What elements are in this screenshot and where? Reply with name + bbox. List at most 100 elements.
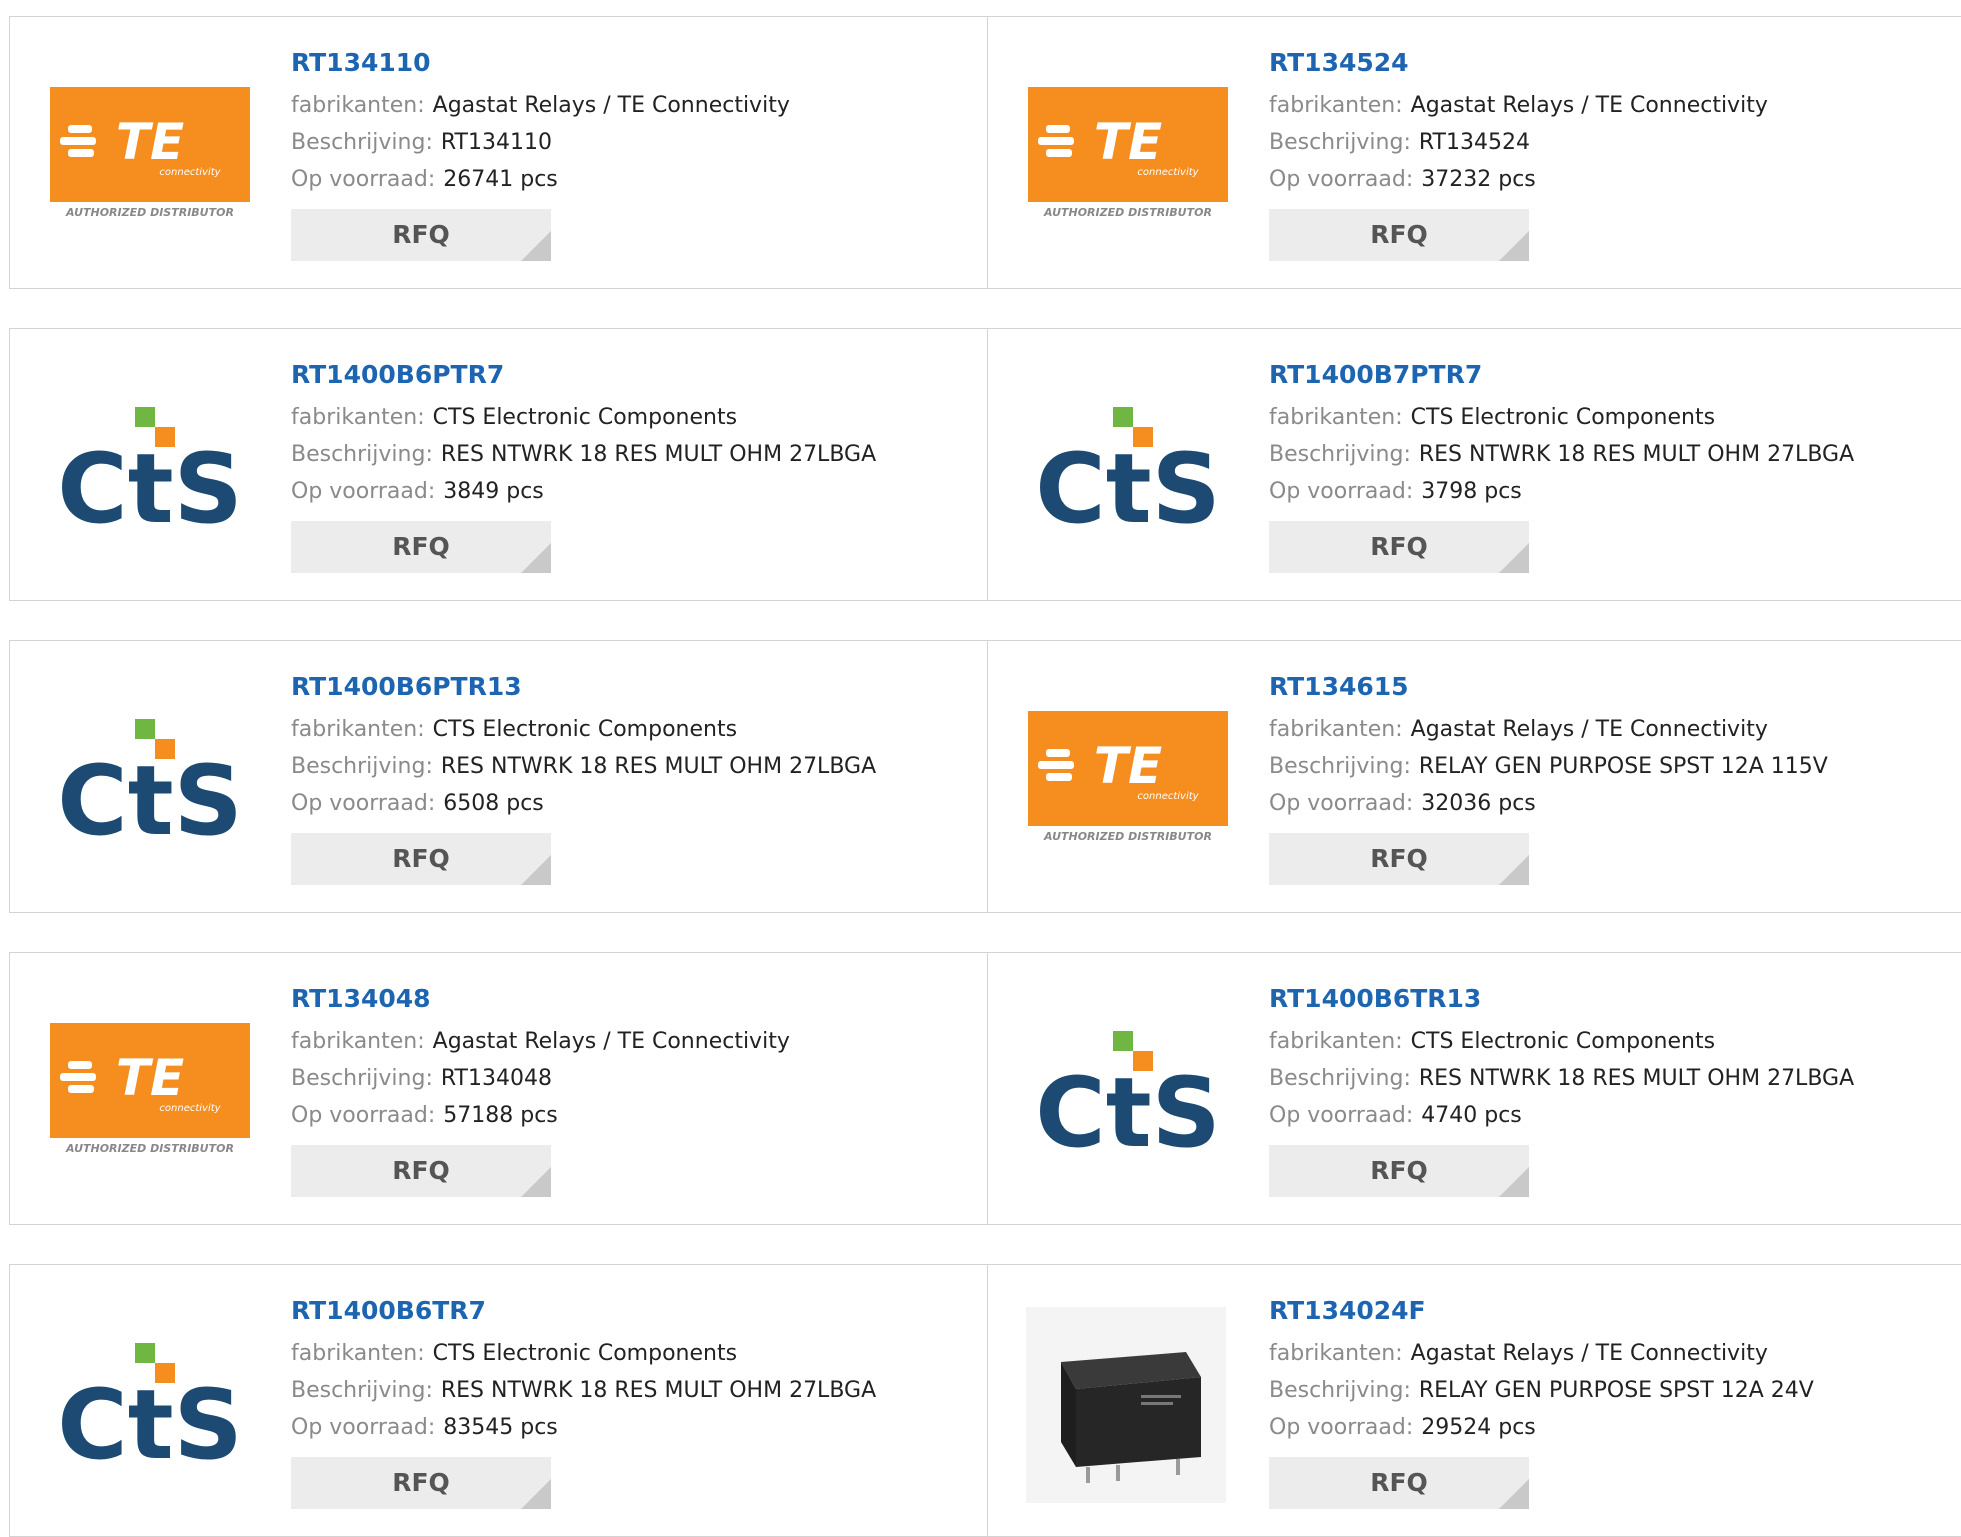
part-number-link[interactable]: RT134615	[1269, 671, 1828, 703]
description-line: Beschrijving: RES NTWRK 18 RES MULT OHM 2…	[1269, 1060, 1854, 1097]
svg-text:connectivity: connectivity	[159, 167, 221, 178]
product-card: TE connectivity AUTHORIZED DISTRIBUTOR R…	[988, 17, 1961, 288]
stock-line: Op voorraad: 57188 pcs	[291, 1097, 790, 1134]
stock-label: Op voorraad:	[1269, 479, 1414, 504]
cts-logo: CtS	[57, 407, 243, 537]
description-line: Beschrijving: RT134048	[291, 1060, 790, 1097]
manufacturer-label: fabrikanten:	[291, 1029, 425, 1054]
product-card: TE connectivity AUTHORIZED DISTRIBUTOR R…	[10, 17, 987, 288]
rfq-button[interactable]: RFQ	[291, 209, 551, 261]
manufacturer-value: CTS Electronic Components	[432, 717, 738, 742]
description-label: Beschrijving:	[1269, 1378, 1411, 1403]
stock-value: 6508 pcs	[443, 791, 544, 816]
rfq-button[interactable]: RFQ	[291, 521, 551, 573]
manufacturer-label: fabrikanten:	[291, 717, 425, 742]
product-row: TE connectivity AUTHORIZED DISTRIBUTOR R…	[9, 952, 1961, 1225]
manufacturer-line: fabrikanten: Agastat Relays / TE Connecti…	[291, 87, 790, 124]
svg-text:TE: TE	[116, 113, 184, 171]
stock-line: Op voorraad: 29524 pcs	[1269, 1409, 1814, 1446]
stock-line: Op voorraad: 3849 pcs	[291, 473, 876, 510]
manufacturer-value: CTS Electronic Components	[1410, 405, 1716, 430]
rfq-button[interactable]: RFQ	[1269, 1145, 1529, 1197]
part-number-link[interactable]: RT1400B7PTR7	[1269, 359, 1854, 391]
description-value: RELAY GEN PURPOSE SPST 12A 24V	[1418, 1378, 1814, 1403]
manufacturer-label: fabrikanten:	[1269, 717, 1403, 742]
description-label: Beschrijving:	[1269, 442, 1411, 467]
product-card: CtS RT1400B7PTR7 fabrikanten: CTS Electro…	[988, 329, 1961, 600]
product-info: RT1400B7PTR7 fabrikanten: CTS Electronic …	[1269, 359, 1854, 573]
part-number-link[interactable]: RT134048	[291, 983, 790, 1015]
product-card: TE connectivity AUTHORIZED DISTRIBUTOR R…	[10, 953, 987, 1224]
stock-label: Op voorraad:	[291, 167, 436, 192]
svg-text:connectivity: connectivity	[159, 1103, 221, 1114]
description-value: RT134524	[1418, 130, 1530, 155]
cts-logo: CtS	[1035, 407, 1221, 537]
part-number-link[interactable]: RT134110	[291, 47, 790, 79]
svg-text:TE: TE	[116, 1049, 184, 1107]
product-card: CtS RT1400B6PTR7 fabrikanten: CTS Electro…	[10, 329, 987, 600]
manufacturer-line: fabrikanten: Agastat Relays / TE Connecti…	[1269, 1335, 1814, 1372]
stock-line: Op voorraad: 32036 pcs	[1269, 785, 1828, 822]
stock-line: Op voorraad: 37232 pcs	[1269, 161, 1768, 198]
product-info: RT134110 fabrikanten: Agastat Relays / TE…	[291, 47, 790, 261]
description-line: Beschrijving: RELAY GEN PURPOSE SPST 12A …	[1269, 1372, 1814, 1409]
description-label: Beschrijving:	[291, 1066, 433, 1091]
rfq-button[interactable]: RFQ	[291, 1145, 551, 1197]
part-number-link[interactable]: RT1400B6TR7	[291, 1295, 876, 1327]
description-label: Beschrijving:	[291, 442, 433, 467]
svg-text:CtS: CtS	[57, 1369, 242, 1473]
svg-text:AUTHORIZED DISTRIBUTOR: AUTHORIZED DISTRIBUTOR	[1043, 830, 1212, 841]
stock-label: Op voorraad:	[291, 1103, 436, 1128]
svg-text:CtS: CtS	[1035, 1057, 1220, 1161]
stock-value: 29524 pcs	[1421, 1415, 1536, 1440]
stock-label: Op voorraad:	[1269, 167, 1414, 192]
manufacturer-line: fabrikanten: CTS Electronic Components	[291, 399, 876, 436]
product-info: RT134024F fabrikanten: Agastat Relays / T…	[1269, 1295, 1814, 1509]
part-number-link[interactable]: RT134024F	[1269, 1295, 1814, 1327]
svg-text:CtS: CtS	[57, 433, 242, 537]
part-number-link[interactable]: RT1400B6TR13	[1269, 983, 1854, 1015]
stock-value: 3849 pcs	[443, 479, 544, 504]
svg-text:AUTHORIZED DISTRIBUTOR: AUTHORIZED DISTRIBUTOR	[1043, 206, 1212, 217]
stock-label: Op voorraad:	[1269, 1103, 1414, 1128]
part-number-link[interactable]: RT1400B6PTR13	[291, 671, 876, 703]
rfq-button[interactable]: RFQ	[1269, 521, 1529, 573]
description-line: Beschrijving: RES NTWRK 18 RES MULT OHM 2…	[291, 436, 876, 473]
description-label: Beschrijving:	[1269, 130, 1411, 155]
description-value: RT134048	[440, 1066, 552, 1091]
product-row: CtS RT1400B6TR7 fabrikanten: CTS Electron…	[9, 1264, 1961, 1537]
cts-logo: CtS	[57, 719, 243, 849]
description-value: RT134110	[440, 130, 552, 155]
description-label: Beschrijving:	[1269, 1066, 1411, 1091]
stock-line: Op voorraad: 26741 pcs	[291, 161, 790, 198]
manufacturer-label: fabrikanten:	[1269, 1029, 1403, 1054]
manufacturer-label: fabrikanten:	[291, 93, 425, 118]
rfq-button[interactable]: RFQ	[291, 1457, 551, 1509]
product-row: CtS RT1400B6PTR7 fabrikanten: CTS Electro…	[9, 328, 1961, 601]
description-line: Beschrijving: RES NTWRK 18 RES MULT OHM 2…	[291, 1372, 876, 1409]
product-row: CtS RT1400B6PTR13 fabrikanten: CTS Electr…	[9, 640, 1961, 913]
part-number-link[interactable]: RT134524	[1269, 47, 1768, 79]
product-card: CtS RT1400B6TR7 fabrikanten: CTS Electron…	[10, 1265, 987, 1536]
description-line: Beschrijving: RELAY GEN PURPOSE SPST 12A …	[1269, 748, 1828, 785]
rfq-button[interactable]: RFQ	[1269, 1457, 1529, 1509]
product-info: RT1400B6PTR13 fabrikanten: CTS Electronic…	[291, 671, 876, 885]
manufacturer-label: fabrikanten:	[1269, 405, 1403, 430]
manufacturer-label: fabrikanten:	[291, 405, 425, 430]
part-number-link[interactable]: RT1400B6PTR7	[291, 359, 876, 391]
product-card: TE connectivity AUTHORIZED DISTRIBUTOR R…	[988, 641, 1961, 912]
rfq-button[interactable]: RFQ	[291, 833, 551, 885]
product-row: TE connectivity AUTHORIZED DISTRIBUTOR R…	[9, 16, 1961, 289]
description-value: RES NTWRK 18 RES MULT OHM 27LBGA	[440, 754, 877, 779]
stock-value: 32036 pcs	[1421, 791, 1536, 816]
manufacturer-line: fabrikanten: CTS Electronic Components	[1269, 1023, 1854, 1060]
rfq-button[interactable]: RFQ	[1269, 833, 1529, 885]
rfq-button[interactable]: RFQ	[1269, 209, 1529, 261]
description-value: RES NTWRK 18 RES MULT OHM 27LBGA	[1418, 1066, 1855, 1091]
product-info: RT1400B6TR13 fabrikanten: CTS Electronic …	[1269, 983, 1854, 1197]
stock-line: Op voorraad: 4740 pcs	[1269, 1097, 1854, 1134]
stock-value: 83545 pcs	[443, 1415, 558, 1440]
manufacturer-line: fabrikanten: CTS Electronic Components	[291, 1335, 876, 1372]
svg-text:CtS: CtS	[57, 745, 242, 849]
stock-line: Op voorraad: 3798 pcs	[1269, 473, 1854, 510]
